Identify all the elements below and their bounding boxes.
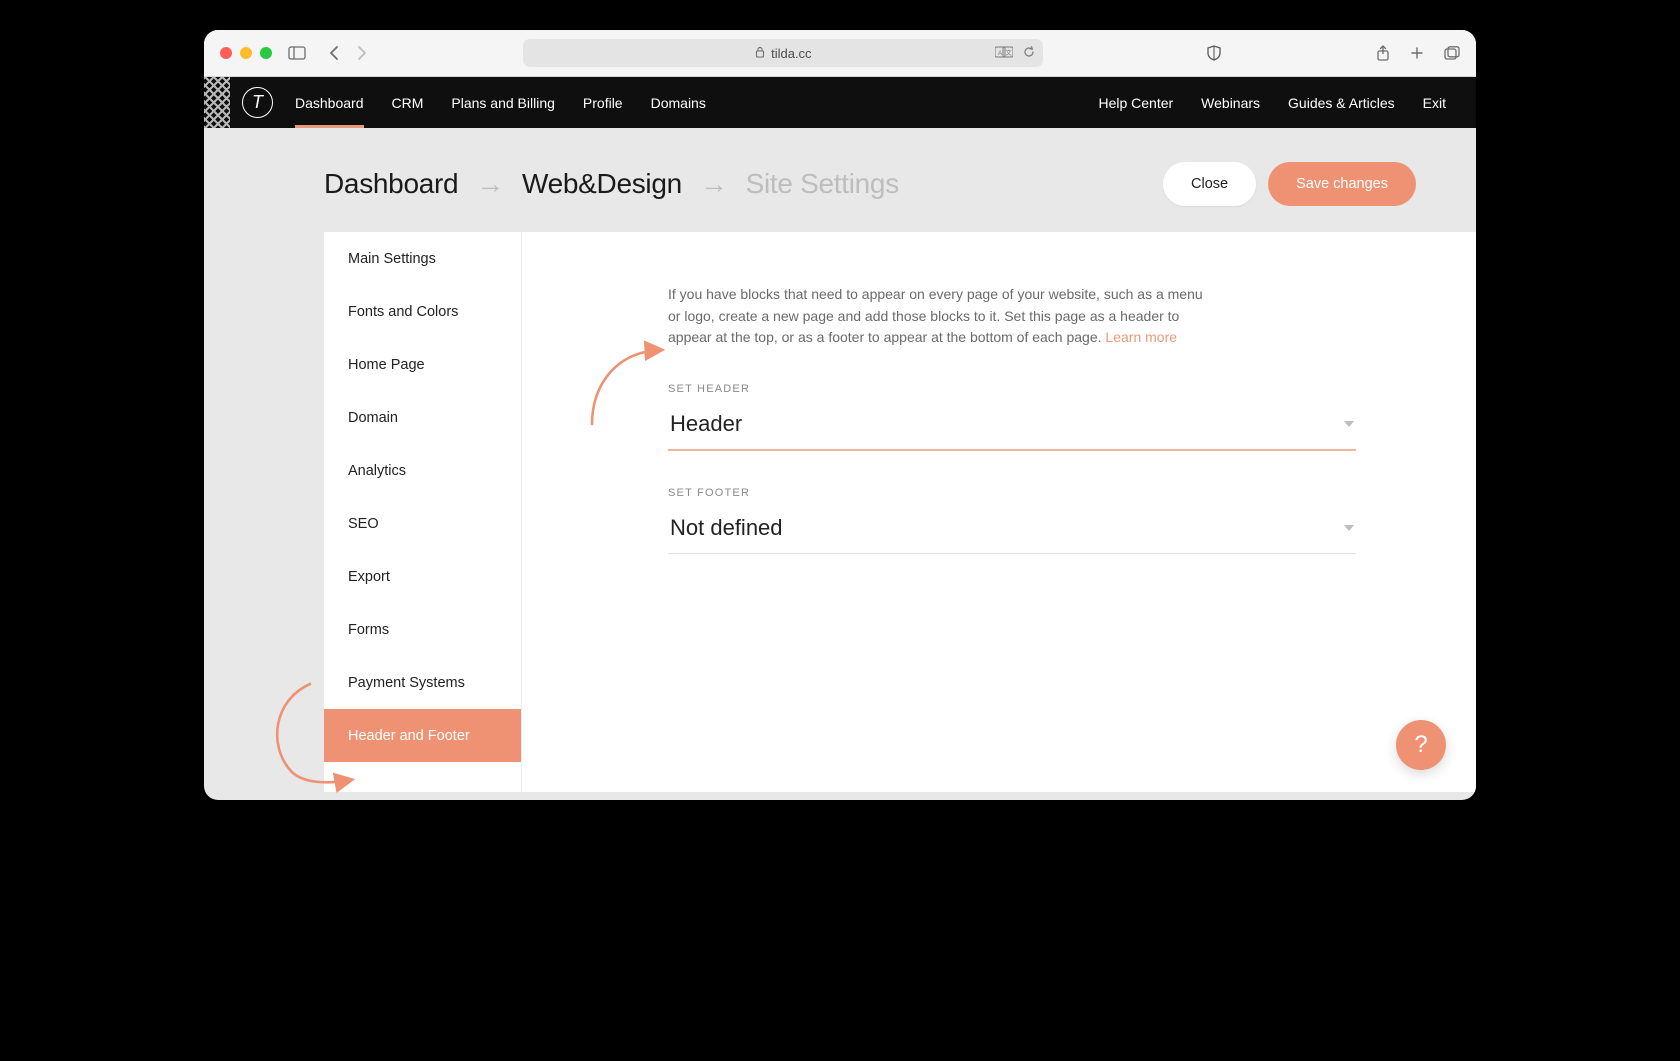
nav-dashboard[interactable]: Dashboard [295, 95, 364, 111]
nav-guides[interactable]: Guides & Articles [1288, 95, 1395, 111]
select-header[interactable]: Header [668, 405, 1356, 451]
close-button[interactable]: Close [1163, 162, 1256, 206]
select-footer[interactable]: Not defined [668, 509, 1356, 554]
url-bar[interactable]: tilda.cc A文 [523, 39, 1043, 67]
tilda-logo[interactable]: T [242, 87, 273, 118]
topband: Dashboard → Web&Design → Site Settings C… [204, 128, 1476, 232]
field-label-header: SET HEADER [668, 383, 1356, 395]
crumb-current: Site Settings [746, 168, 899, 200]
window-close-icon[interactable] [220, 47, 232, 59]
svg-text:A: A [998, 50, 1003, 57]
svg-text:文: 文 [1006, 49, 1012, 57]
browser-window: tilda.cc A文 [204, 30, 1476, 800]
sidebar-item-domain[interactable]: Domain [324, 391, 521, 444]
crumb-separator: → [700, 168, 728, 200]
primary-nav: Dashboard CRM Plans and Billing Profile … [295, 95, 706, 111]
logo-letter: T [252, 92, 263, 113]
app-header: T Dashboard CRM Plans and Billing Profil… [204, 77, 1476, 128]
nav-plans[interactable]: Plans and Billing [451, 95, 555, 111]
sidebar-item-header-footer[interactable]: Header and Footer [324, 709, 521, 762]
select-footer-value: Not defined [670, 515, 783, 541]
field-label-footer: SET FOOTER [668, 487, 1356, 499]
nav-crm[interactable]: CRM [392, 95, 424, 111]
save-button[interactable]: Save changes [1268, 162, 1416, 206]
nav-arrows [328, 45, 368, 61]
sidebar-item-main-settings[interactable]: Main Settings [324, 232, 521, 285]
window-controls [220, 47, 272, 59]
chevron-down-icon [1344, 525, 1354, 531]
select-header-value: Header [670, 411, 742, 437]
sidebar-item-fonts-colors[interactable]: Fonts and Colors [324, 285, 521, 338]
crumb-dashboard[interactable]: Dashboard [324, 168, 458, 200]
share-icon[interactable] [1376, 45, 1390, 61]
nav-profile[interactable]: Profile [583, 95, 623, 111]
nav-exit[interactable]: Exit [1423, 95, 1446, 111]
sidebar-item-seo[interactable]: SEO [324, 497, 521, 550]
help-icon: ? [1414, 731, 1427, 759]
sidebar-item-export[interactable]: Export [324, 550, 521, 603]
tabs-overview-icon[interactable] [1444, 45, 1460, 61]
settings-panels: Main Settings Fonts and Colors Home Page… [204, 232, 1476, 792]
window-zoom-icon[interactable] [260, 47, 272, 59]
section-description: If you have blocks that need to appear o… [668, 284, 1208, 349]
settings-content: If you have blocks that need to appear o… [522, 232, 1476, 792]
annotation-arrow-icon [582, 344, 672, 439]
url-host: tilda.cc [771, 46, 811, 61]
decorative-zigzag [204, 77, 230, 128]
shield-icon[interactable] [1207, 45, 1221, 61]
settings-sidebar: Main Settings Fonts and Colors Home Page… [324, 232, 522, 792]
sidebar-item-home-page[interactable]: Home Page [324, 338, 521, 391]
sidebar-item-payment-systems[interactable]: Payment Systems [324, 656, 521, 709]
nav-domains[interactable]: Domains [651, 95, 706, 111]
sidebar-item-analytics[interactable]: Analytics [324, 444, 521, 497]
browser-toolbar: tilda.cc A文 [204, 30, 1476, 77]
lock-icon [755, 46, 765, 61]
sidebar-item-forms[interactable]: Forms [324, 603, 521, 656]
sidebar-toggle-icon[interactable] [288, 46, 306, 60]
secondary-nav: Help Center Webinars Guides & Articles E… [1098, 95, 1446, 111]
forward-icon[interactable] [357, 45, 368, 61]
breadcrumb: Dashboard → Web&Design → Site Settings [324, 168, 899, 200]
window-minimize-icon[interactable] [240, 47, 252, 59]
chevron-down-icon [1344, 421, 1354, 427]
back-icon[interactable] [328, 45, 339, 61]
page-actions: Close Save changes [1163, 162, 1416, 206]
toolbar-right [1376, 45, 1460, 61]
crumb-separator: → [476, 168, 504, 200]
nav-webinars[interactable]: Webinars [1201, 95, 1260, 111]
learn-more-link[interactable]: Learn more [1105, 329, 1177, 345]
urlbar-right-icons: A文 [995, 46, 1035, 61]
new-tab-icon[interactable] [1410, 45, 1424, 61]
nav-help-center[interactable]: Help Center [1098, 95, 1173, 111]
crumb-project[interactable]: Web&Design [522, 168, 682, 200]
reload-icon[interactable] [1023, 46, 1035, 61]
help-button[interactable]: ? [1396, 720, 1446, 770]
translate-icon[interactable]: A文 [995, 46, 1013, 61]
